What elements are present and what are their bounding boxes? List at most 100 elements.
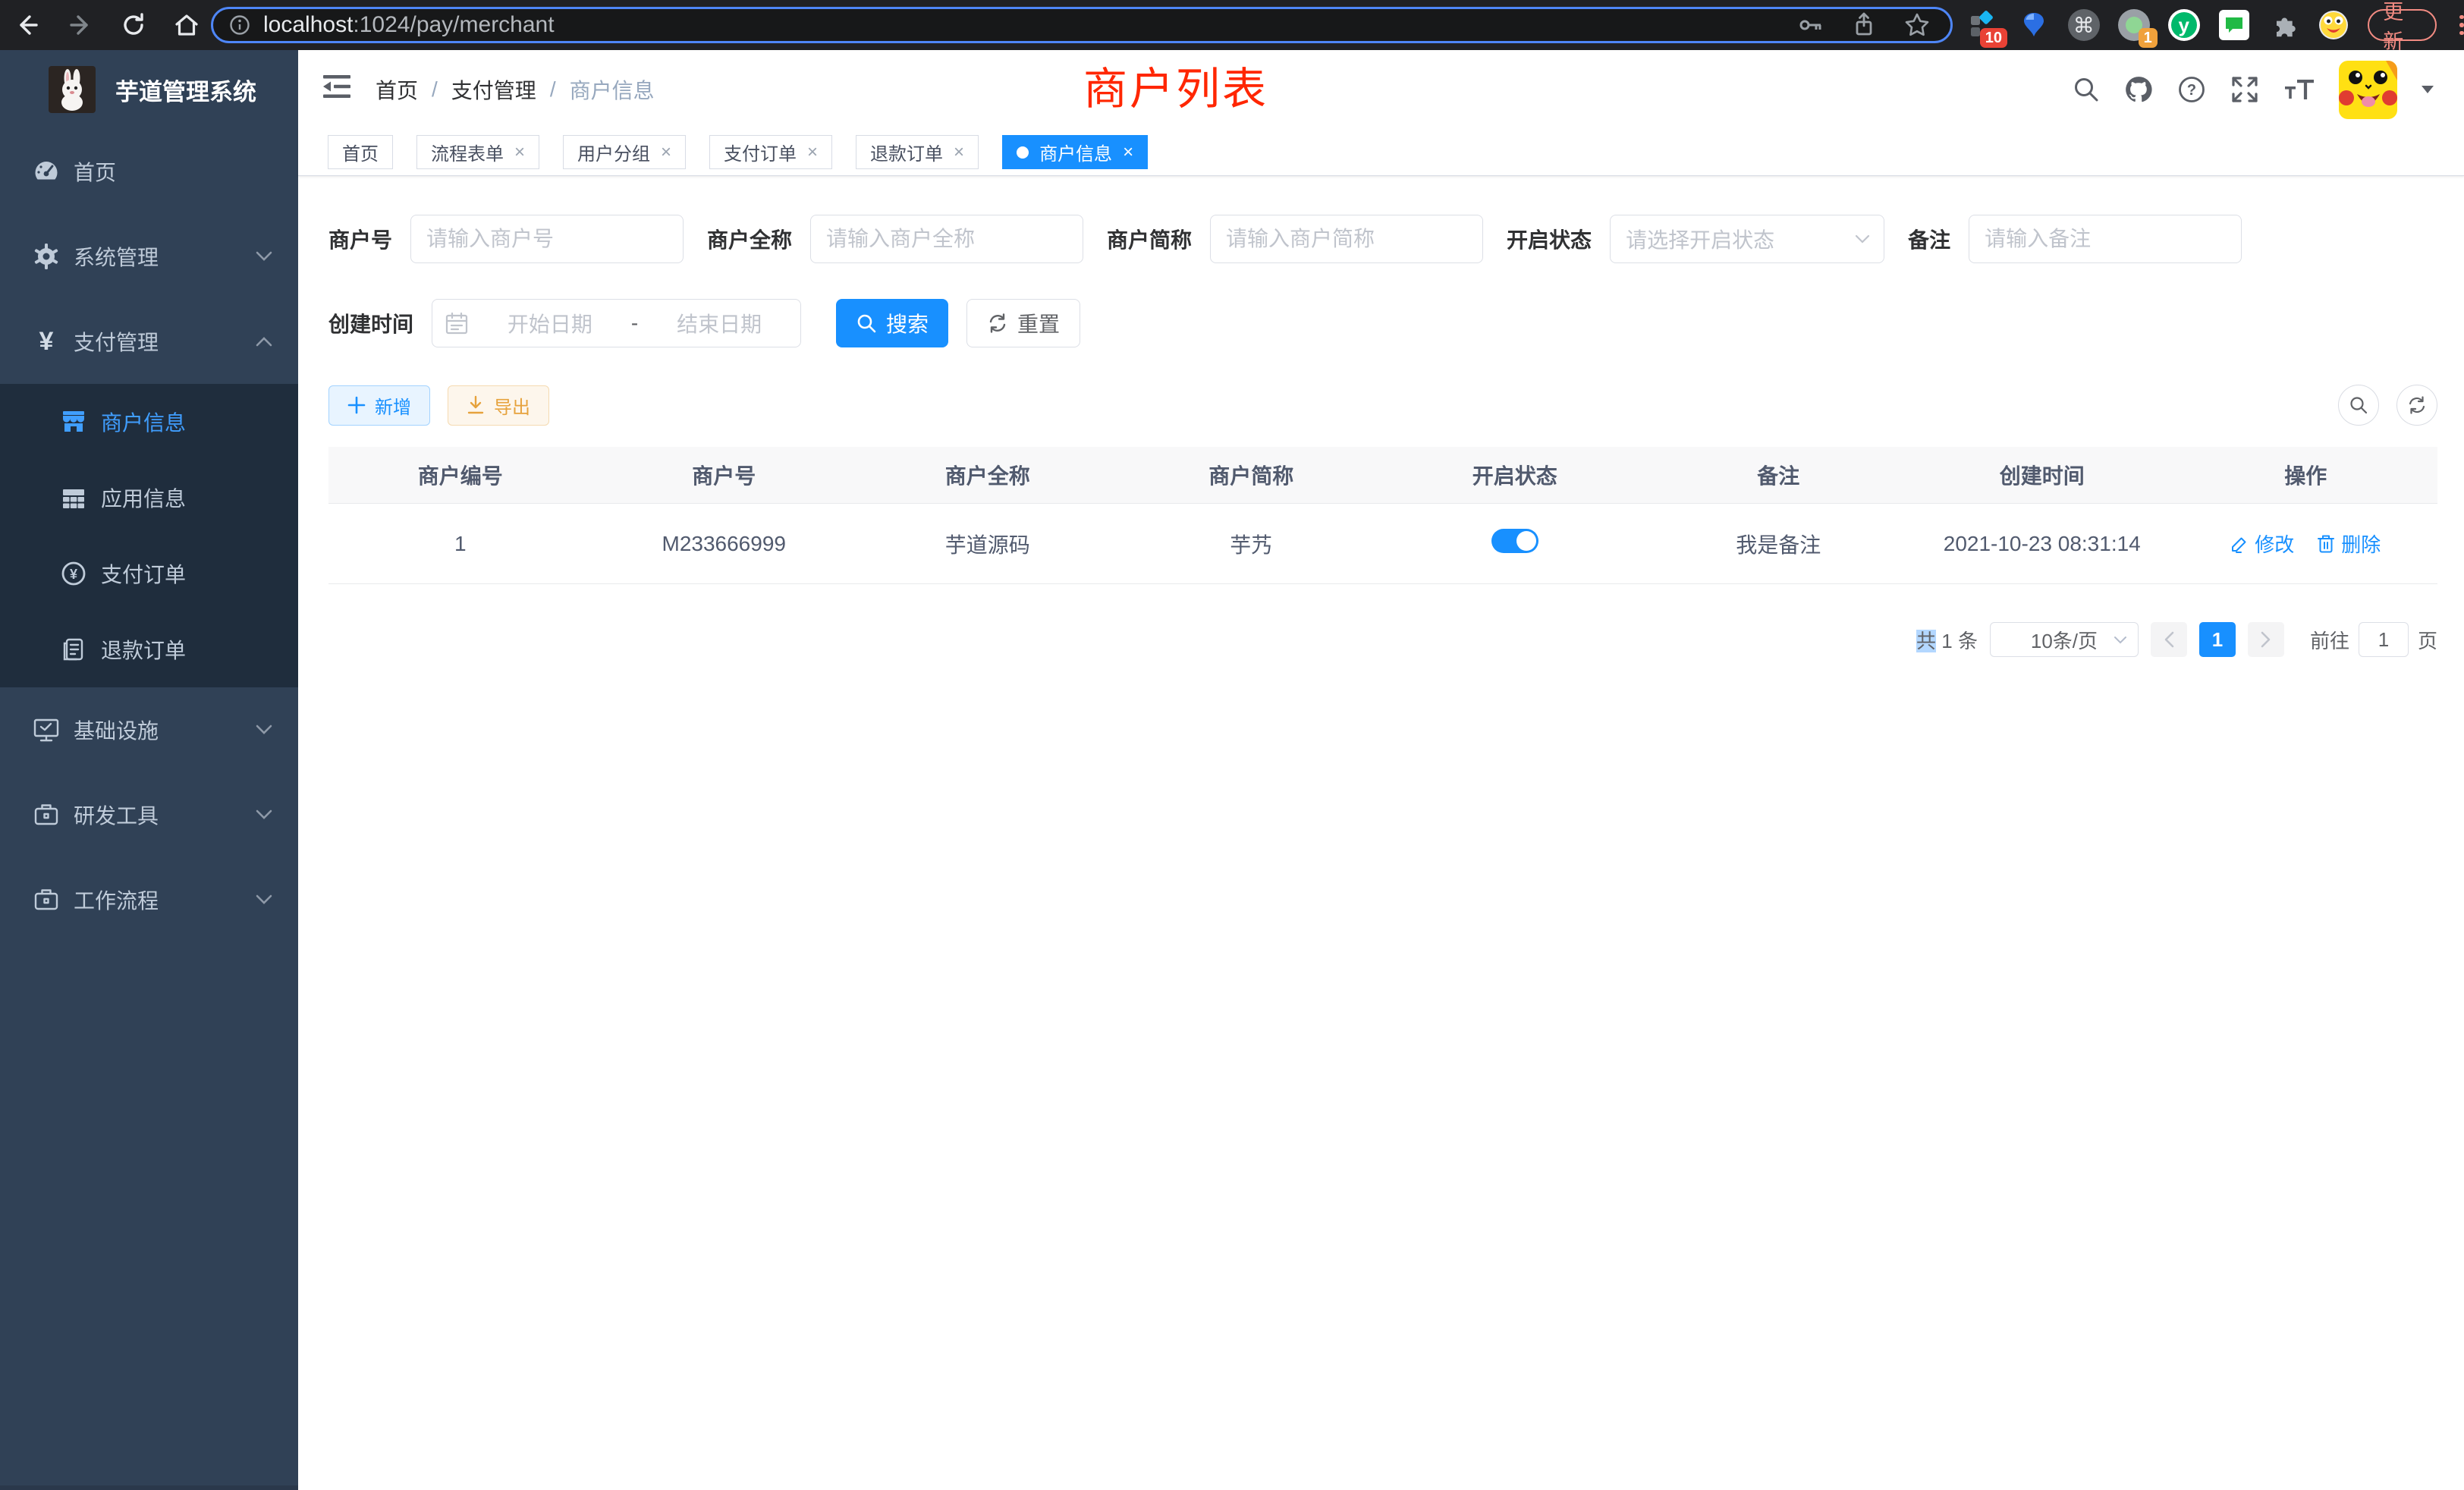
calendar-icon (445, 311, 469, 335)
prev-page-button[interactable] (2151, 622, 2187, 657)
close-icon[interactable]: × (661, 143, 671, 162)
sidebar-item-payment[interactable]: ¥ 支付管理 (0, 299, 298, 384)
cell-status (1383, 529, 1647, 558)
remark-label: 备注 (1908, 224, 1950, 254)
tab-process-form[interactable]: 流程表单 × (416, 135, 539, 169)
browser-home-button[interactable] (171, 10, 202, 40)
monitor-icon (29, 715, 64, 744)
tab-merchant-info[interactable]: 商户信息 × (1002, 135, 1148, 169)
browser-forward-button[interactable] (65, 10, 96, 40)
pin-extension-icon[interactable] (2018, 8, 2050, 42)
status-label: 开启状态 (1507, 224, 1592, 254)
font-size-icon[interactable] (2283, 74, 2316, 105)
close-icon[interactable]: × (1123, 143, 1133, 162)
create-time-range-picker[interactable]: 开始日期 - 结束日期 (432, 299, 801, 347)
cell-create-time: 2021-10-23 08:31:14 (1910, 532, 2174, 556)
user-avatar[interactable] (2339, 61, 2397, 119)
app-logo[interactable]: 芋道管理系统 (0, 50, 298, 129)
command-extension-icon[interactable]: ⌘ (2068, 8, 2100, 42)
add-button[interactable]: 新增 (328, 385, 430, 426)
breadcrumb-current: 商户信息 (570, 74, 655, 105)
breadcrumb-home[interactable]: 首页 (376, 74, 418, 105)
help-icon[interactable]: ? (2176, 74, 2207, 105)
sidebar-item-dev-tools[interactable]: 研发工具 (0, 772, 298, 857)
merchant-full-name-input[interactable] (810, 215, 1083, 263)
reset-button[interactable]: 重置 (966, 299, 1080, 347)
edit-link[interactable]: 修改 (2230, 530, 2294, 558)
chevron-down-icon (256, 809, 272, 820)
next-page-button[interactable] (2248, 622, 2284, 657)
filter-row-1: 商户号 商户全称 商户简称 开启状态 请选择开启状态 (328, 215, 2437, 263)
create-time-label: 创建时间 (328, 308, 413, 338)
tab-refund-order[interactable]: 退款订单 × (856, 135, 979, 169)
svg-text:?: ? (2187, 82, 2196, 99)
close-icon[interactable]: × (514, 143, 525, 162)
merchant-short-name-label: 商户简称 (1107, 224, 1192, 254)
cell-actions: 修改 删除 (2174, 530, 2438, 558)
sidebar-item-app-info[interactable]: 应用信息 (0, 460, 298, 536)
extension-badge: 10 (1980, 28, 2007, 48)
sidebar-item-workflow[interactable]: 工作流程 (0, 857, 298, 942)
fullscreen-icon[interactable] (2230, 74, 2260, 105)
chevron-down-icon (256, 251, 272, 262)
sidebar-item-home[interactable]: 首页 (0, 129, 298, 214)
page-1-button[interactable]: 1 (2199, 622, 2236, 657)
grid-icon (56, 484, 91, 511)
tags-view-bar: 首页 流程表单 × 用户分组 × 支付订单 × 退款订单 × 商户信息 × (298, 129, 2464, 176)
search-button[interactable]: 搜索 (836, 299, 948, 347)
sidebar: 芋道管理系统 首页 系统管理 ¥ 支付管理 商户信息 (0, 50, 298, 1490)
share-icon[interactable] (1850, 11, 1878, 39)
page-size-select[interactable]: 10条/页 (1990, 622, 2139, 657)
browser-back-button[interactable] (12, 10, 42, 40)
cell-merchant-id: 1 (328, 532, 592, 556)
briefcase-icon (29, 885, 64, 914)
tab-pay-order[interactable]: 支付订单 × (709, 135, 832, 169)
puzzle-extensions-icon[interactable] (2268, 8, 2300, 42)
main-area: 首页 / 支付管理 / 商户信息 ? (298, 50, 2464, 1490)
sidebar-item-merchant-info[interactable]: 商户信息 (0, 384, 298, 460)
export-button[interactable]: 导出 (448, 385, 549, 426)
sidebar-item-pay-order[interactable]: ¥ 支付订单 (0, 536, 298, 611)
breadcrumb: 首页 / 支付管理 / 商户信息 (376, 50, 655, 129)
tab-user-group[interactable]: 用户分组 × (563, 135, 686, 169)
browser-update-button[interactable]: 更新 (2368, 9, 2437, 41)
address-bar[interactable]: localhost:1024/pay/merchant (211, 7, 1953, 43)
page-unit-label: 页 (2418, 626, 2437, 654)
password-key-icon[interactable] (1797, 11, 1824, 39)
extension-launcher-icon[interactable]: 10 (1968, 8, 2000, 42)
sidebar-item-system[interactable]: 系统管理 (0, 214, 298, 299)
search-icon[interactable] (2072, 75, 2101, 104)
refresh-button[interactable] (2396, 385, 2437, 426)
bookmark-star-icon[interactable] (1903, 11, 1931, 39)
top-navbar: 首页 / 支付管理 / 商户信息 ? (298, 50, 2464, 129)
status-toggle[interactable] (1491, 529, 1538, 553)
browser-reload-button[interactable] (118, 10, 149, 40)
breadcrumb-payment[interactable]: 支付管理 (451, 74, 536, 105)
avatar-dropdown-caret-icon[interactable] (2422, 86, 2434, 93)
yuque-extension-icon[interactable]: y (2168, 8, 2200, 42)
github-icon[interactable] (2123, 74, 2154, 105)
site-info-icon[interactable] (228, 14, 251, 36)
emoji-avatar-icon[interactable] (2318, 8, 2349, 42)
sidebar-collapse-icon[interactable] (322, 74, 351, 99)
chat-extension-icon[interactable] (2218, 8, 2250, 42)
sidebar-item-infrastructure[interactable]: 基础设施 (0, 687, 298, 772)
goto-page-input[interactable] (2359, 622, 2409, 657)
date-end-placeholder[interactable]: 结束日期 (650, 308, 788, 338)
close-icon[interactable]: × (807, 143, 818, 162)
status-select[interactable]: 请选择开启状态 (1610, 215, 1884, 263)
pagination: 共 1 条 10条/页 1 前往 页 (328, 622, 2437, 657)
toggle-search-button[interactable] (2338, 385, 2379, 426)
tab-home[interactable]: 首页 (328, 135, 393, 169)
sidebar-item-refund-order[interactable]: 退款订单 (0, 611, 298, 687)
notify-extension-icon[interactable]: 1 (2118, 8, 2150, 42)
remark-input[interactable] (1969, 215, 2242, 263)
merchant-no-input[interactable] (410, 215, 684, 263)
table-header-row: 商户编号 商户号 商户全称 商户简称 开启状态 备注 创建时间 操作 (328, 447, 2437, 504)
browser-menu-icon[interactable] (2459, 15, 2464, 36)
close-icon[interactable]: × (954, 143, 964, 162)
delete-link[interactable]: 删除 (2317, 530, 2381, 558)
yen-circle-icon: ¥ (56, 560, 91, 587)
merchant-short-name-input[interactable] (1210, 215, 1483, 263)
date-start-placeholder[interactable]: 开始日期 (481, 308, 619, 338)
